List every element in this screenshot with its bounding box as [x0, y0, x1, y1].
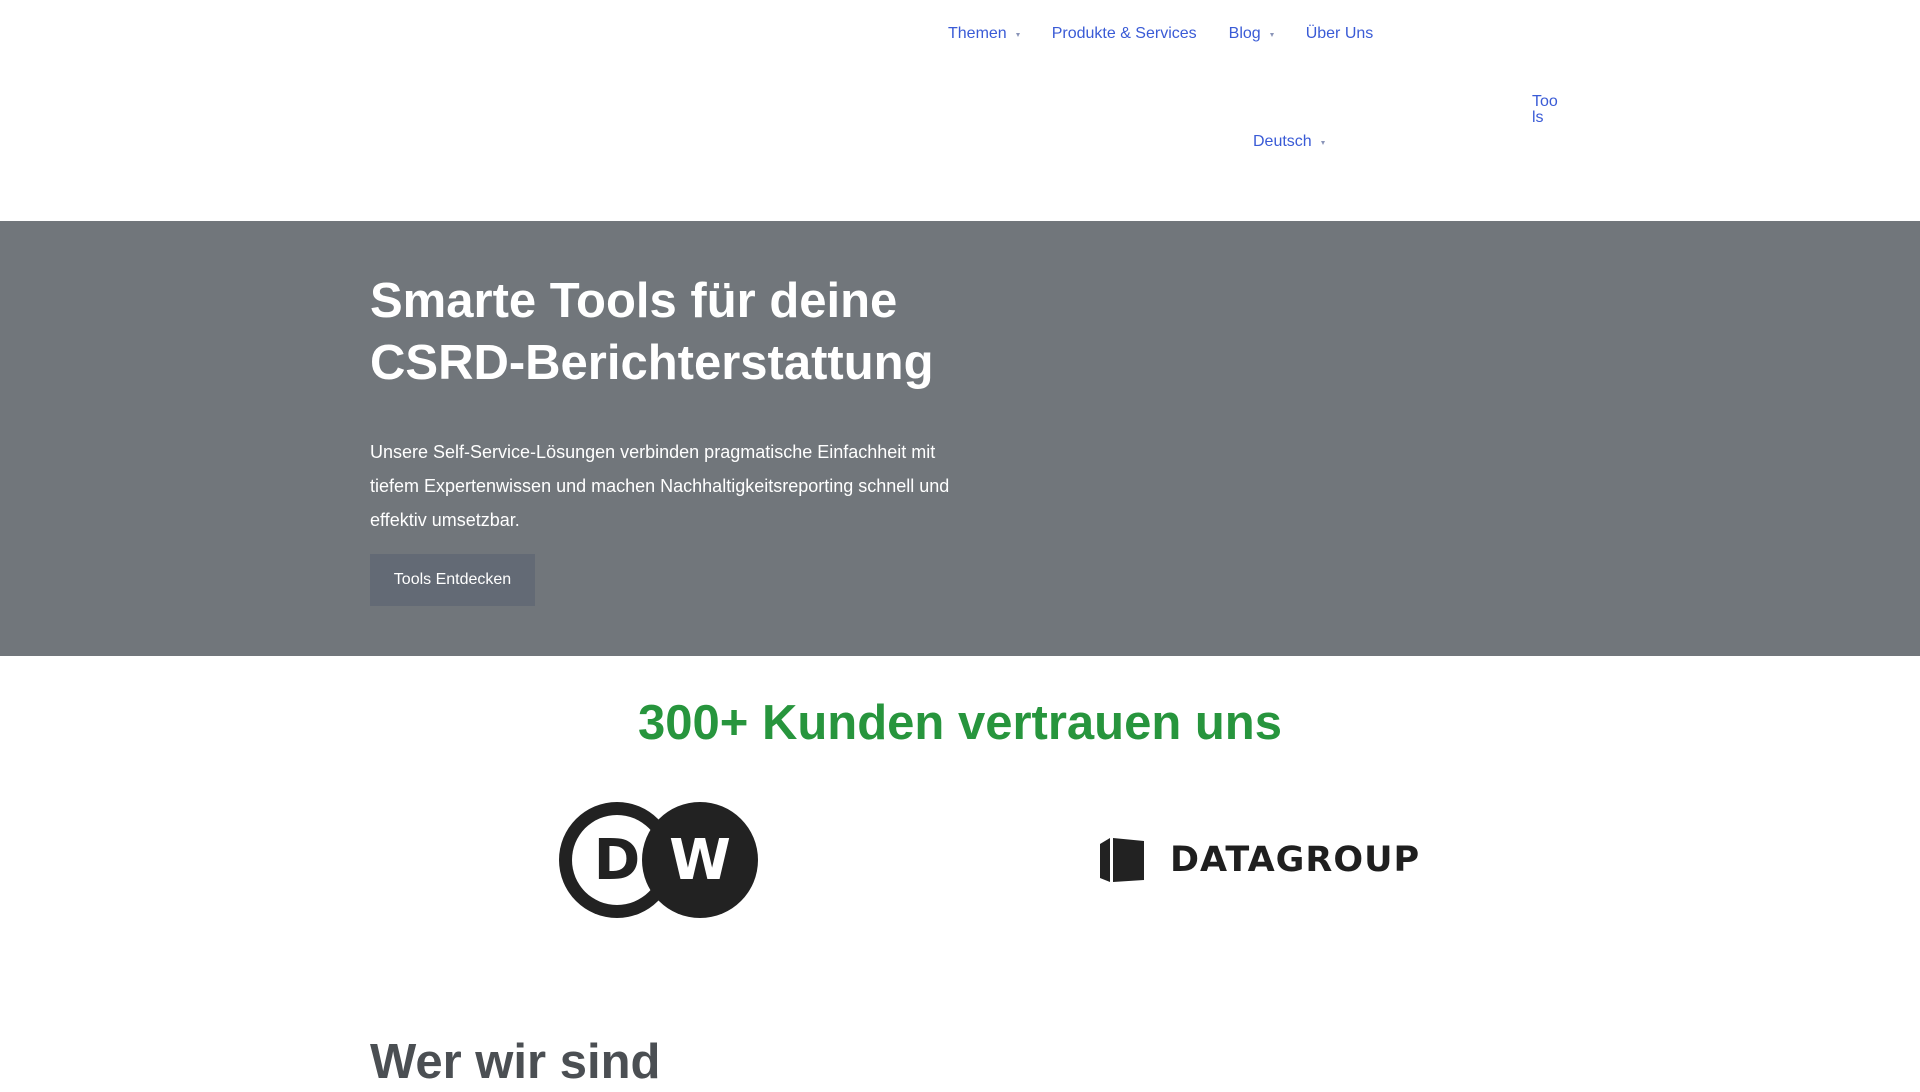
nav-item-themen[interactable]: Themen — [948, 25, 1020, 43]
nav-item-ueber-uns[interactable]: Über Uns — [1306, 25, 1374, 43]
nav-item-label: Blog — [1228, 25, 1261, 42]
chevron-down-icon — [1320, 141, 1325, 145]
nav-item-label: Über Uns — [1305, 25, 1374, 42]
chevron-down-icon — [1015, 33, 1020, 37]
site-header: Themen Produkte & Services Blog Über Uns… — [0, 0, 1920, 221]
main-nav: Themen Produkte & Services Blog Über Uns — [948, 22, 1373, 46]
dw-logo: D W — [557, 802, 759, 918]
hero-description: Unsere Self-Service-Lösungen verbinden p… — [370, 442, 950, 530]
customers-title: 300+ Kunden vertrauen uns — [637, 696, 1282, 750]
hero-title: Smarte Tools für deine CSRD-Berichtersta… — [370, 270, 990, 394]
hero-title-line-2: CSRD-Berichterstattung — [370, 336, 934, 390]
language-switcher[interactable]: Deutsch — [1253, 133, 1325, 151]
tools-link[interactable]: Tools — [1532, 94, 1560, 126]
chevron-down-icon — [1269, 33, 1274, 37]
datagroup-logo-text: DATAGROUP — [1170, 840, 1421, 880]
tools-entdecken-button[interactable]: Tools Entdecken — [370, 554, 535, 606]
datagroup-logo: DATAGROUP — [1100, 836, 1419, 884]
hero-title-line-1: Smarte Tools für deine — [370, 274, 898, 328]
nav-item-label: Produkte & Services — [1051, 25, 1197, 42]
dw-logo-icon: D W — [559, 802, 758, 918]
dw-logo-letter-d: D — [594, 828, 640, 893]
dw-logo-letter-w: W — [669, 828, 731, 893]
about-title: Wer wir sind — [370, 1035, 661, 1089]
nav-item-produkte-services[interactable]: Produkte & Services — [1052, 25, 1197, 43]
language-label: Deutsch — [1253, 133, 1312, 150]
datagroup-cube-icon — [1100, 838, 1144, 882]
hero-section: Smarte Tools für deine CSRD-Berichtersta… — [0, 221, 1920, 656]
nav-item-label: Themen — [948, 25, 1007, 42]
nav-item-blog[interactable]: Blog — [1229, 25, 1274, 43]
